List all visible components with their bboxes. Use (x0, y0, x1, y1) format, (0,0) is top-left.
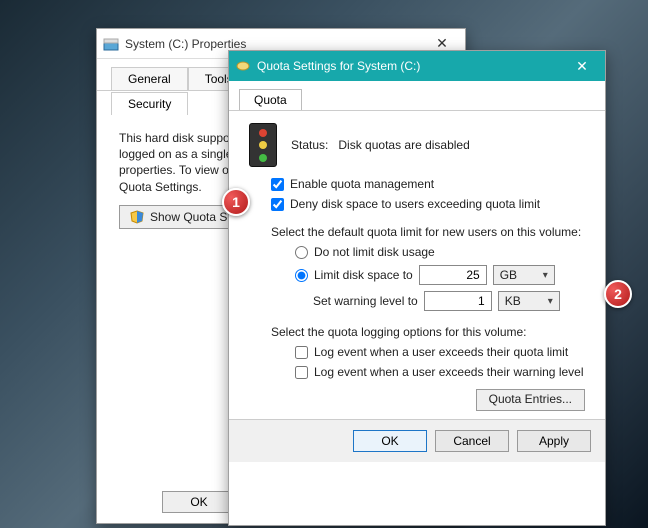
properties-title: System (C:) Properties (125, 37, 246, 51)
chevron-down-icon: ▾ (543, 270, 548, 281)
deny-exceed-row[interactable]: Deny disk space to users exceeding quota… (271, 197, 585, 211)
chevron-down-icon: ▾ (548, 296, 553, 307)
deny-exceed-checkbox[interactable] (271, 198, 284, 211)
select-logging-label: Select the quota logging options for thi… (271, 325, 585, 339)
opt-limit-row: Limit disk space to GB ▾ (295, 265, 585, 285)
enable-mgmt-row[interactable]: Enable quota management (271, 177, 585, 191)
limit-value-input[interactable] (419, 265, 487, 285)
quota-titlebar[interactable]: Quota Settings for System (C:) ✕ (229, 51, 605, 81)
shield-icon (130, 210, 144, 224)
status-label: Status: (291, 138, 328, 152)
disk-icon (235, 58, 251, 74)
quota-dialog-buttons: OK Cancel Apply (229, 419, 605, 462)
nolimit-radio[interactable] (295, 246, 308, 259)
apply-button[interactable]: Apply (517, 430, 591, 452)
log-quota-row[interactable]: Log event when a user exceeds their quot… (295, 345, 585, 359)
cancel-button[interactable]: Cancel (435, 430, 509, 452)
callout-2: 2 (604, 280, 632, 308)
log-warn-row[interactable]: Log event when a user exceeds their warn… (295, 365, 585, 379)
tab-security[interactable]: Security (111, 92, 188, 115)
quota-panel: Status: Disk quotas are disabled Enable … (229, 111, 605, 419)
warn-unit-select[interactable]: KB ▾ (498, 291, 560, 311)
log-quota-checkbox[interactable] (295, 346, 308, 359)
callout-1: 1 (222, 188, 250, 216)
warn-row: Set warning level to KB ▾ (295, 291, 585, 311)
quota-tabbar: Quota (229, 81, 605, 111)
props-ok-button[interactable]: OK (162, 491, 236, 513)
tab-quota[interactable]: Quota (239, 89, 302, 110)
status-row: Status: Disk quotas are disabled (249, 123, 585, 167)
trafficlight-icon (249, 123, 277, 167)
limit-unit-select[interactable]: GB ▾ (493, 265, 555, 285)
close-icon[interactable]: ✕ (565, 54, 599, 78)
limit-radio[interactable] (295, 269, 308, 282)
select-default-label: Select the default quota limit for new u… (271, 225, 585, 239)
quota-title: Quota Settings for System (C:) (257, 59, 420, 73)
status-value: Disk quotas are disabled (338, 138, 469, 152)
warn-label: Set warning level to (313, 294, 418, 308)
enable-mgmt-checkbox[interactable] (271, 178, 284, 191)
drive-icon (103, 36, 119, 52)
tab-general[interactable]: General (111, 67, 188, 90)
warn-value-input[interactable] (424, 291, 492, 311)
quota-window: Quota Settings for System (C:) ✕ Quota S… (228, 50, 606, 526)
opt-nolimit-row[interactable]: Do not limit disk usage (295, 245, 585, 259)
ok-button[interactable]: OK (353, 430, 427, 452)
quota-entries-button[interactable]: Quota Entries... (476, 389, 585, 411)
log-warn-checkbox[interactable] (295, 366, 308, 379)
